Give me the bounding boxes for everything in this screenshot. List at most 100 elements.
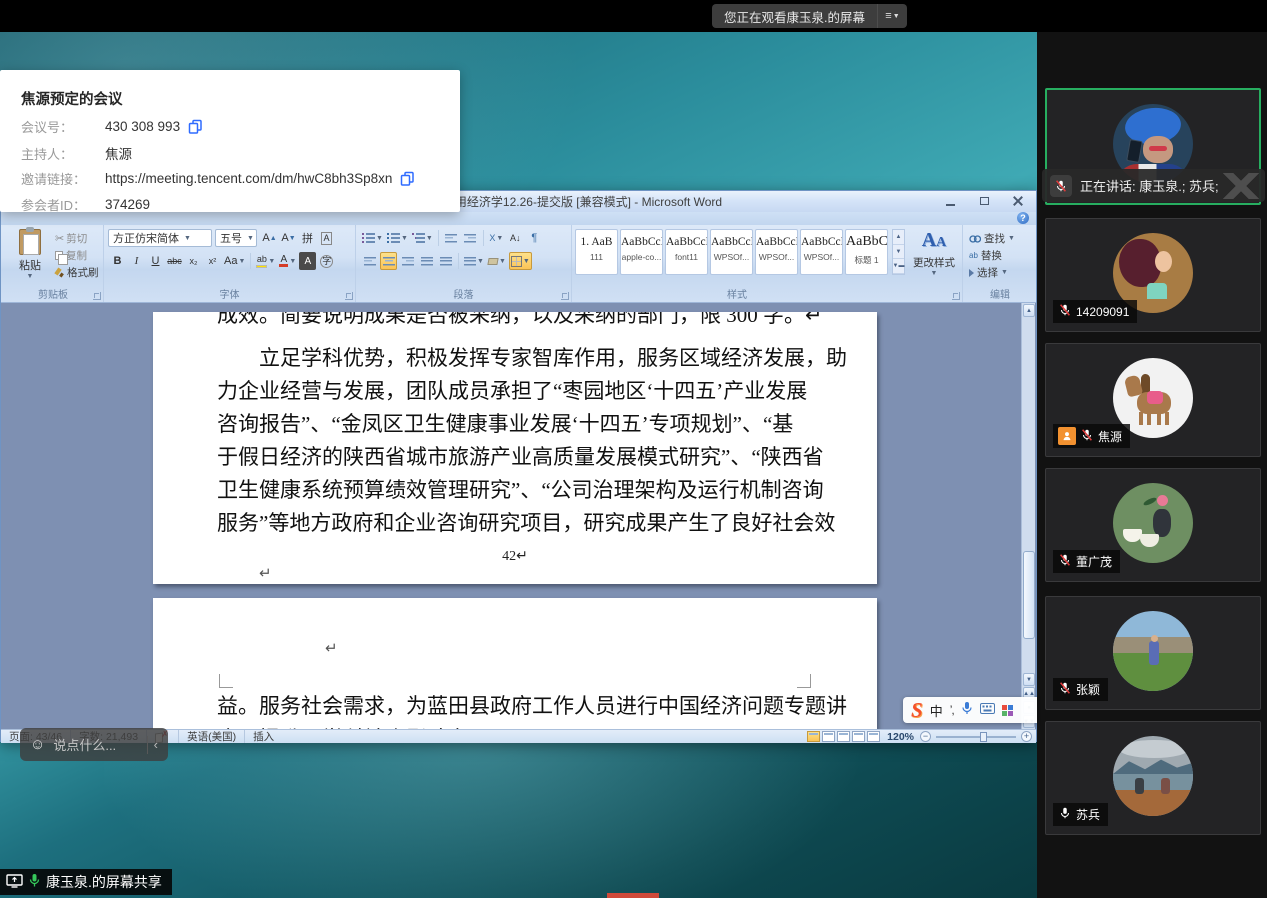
cut-button[interactable]: ✂剪切 [55, 230, 103, 247]
distribute-button[interactable] [437, 252, 454, 270]
scrollbar-thumb[interactable] [1023, 551, 1035, 639]
underline-button[interactable]: U [147, 252, 164, 270]
print-layout-view-button[interactable] [807, 731, 820, 742]
decrease-indent-button[interactable] [443, 229, 460, 247]
paste-button[interactable]: 粘贴 ▼ [8, 229, 52, 289]
sogou-logo-icon[interactable]: S [911, 699, 923, 721]
numbering-button[interactable]: ▼ [386, 229, 409, 247]
subscript-button[interactable]: x₂ [185, 252, 202, 270]
ime-toolbox-icon[interactable] [1002, 705, 1013, 716]
gallery-more-icon[interactable]: ▼▬ [893, 259, 904, 274]
sort-button[interactable]: A↓ [507, 229, 524, 247]
asian-layout-button[interactable]: X▼ [488, 229, 505, 247]
web-layout-view-button[interactable] [837, 731, 850, 742]
bold-button[interactable]: B [109, 252, 126, 270]
style-item[interactable]: AaBbCcDfont11 [665, 229, 708, 275]
language-indicator[interactable]: 英语(美国) [179, 730, 245, 743]
invite-link-value[interactable]: https://meeting.tencent.com/dm/hwC8bh3Sp… [105, 171, 392, 186]
zoom-level[interactable]: 120% [887, 731, 914, 743]
style-item[interactable]: AaBbCcIapple-co... [620, 229, 663, 275]
change-styles-button[interactable]: AA 更改样式 ▼ [908, 228, 960, 288]
zoom-slider[interactable] [936, 736, 1016, 738]
font-color-button[interactable]: A▼ [278, 252, 297, 270]
line-spacing-button[interactable]: ▼ [463, 252, 485, 270]
style-item[interactable]: 1. AaB111 [575, 229, 618, 275]
style-item[interactable]: AaBbCcDeWPSOf... [710, 229, 753, 275]
justify-button[interactable] [418, 252, 435, 270]
borders-icon [511, 256, 522, 267]
document-page-43[interactable]: ↵ 益。服务社会需求，为蓝田县政府工作人员进行中国经济问题专题讲 座，提升了学科… [153, 598, 877, 729]
ime-keyboard-icon[interactable] [980, 701, 995, 719]
participant-tile[interactable]: 14209091 [1045, 218, 1261, 332]
font-dialog-launcher[interactable] [345, 292, 353, 300]
enclose-characters-button[interactable]: 字 [318, 252, 335, 270]
participant-tile[interactable]: 苏兵 [1045, 721, 1261, 835]
chat-quick-bar[interactable]: ☺ 说点什么... ‹ [20, 728, 168, 761]
document-area[interactable]: 成效。简要说明成果是否被采纳，以及采纳的部门，限 300 字。↵ 立足学科优势，… [1, 303, 1036, 729]
style-item[interactable]: AaBbCcDeWPSOf... [800, 229, 843, 275]
shading-button[interactable]: ▼ [487, 252, 507, 270]
strikethrough-button[interactable]: abc [166, 252, 183, 270]
font-name-select[interactable]: 方正仿宋简体▼ [108, 229, 212, 247]
replace-button[interactable]: ab 替换 [963, 247, 1037, 264]
chat-input[interactable]: 说点什么... [53, 735, 140, 754]
restore-button[interactable] [972, 193, 996, 209]
clipboard-dialog-launcher[interactable] [93, 292, 101, 300]
scroll-down-icon[interactable]: ▼ [1023, 673, 1035, 686]
find-button[interactable]: 查找▼ [963, 230, 1037, 247]
help-icon[interactable]: ? [1017, 212, 1029, 224]
change-case-button[interactable]: Aa▼ [223, 252, 246, 270]
copy-meeting-no-button[interactable] [188, 119, 203, 134]
style-item[interactable]: AaBbCcDeWPSOf... [755, 229, 798, 275]
ime-punctuation-toggle[interactable]: ’, [950, 703, 954, 717]
emoji-icon[interactable]: ☺ [20, 736, 53, 753]
scroll-up-icon[interactable]: ▲ [1023, 304, 1035, 317]
shrink-font-button[interactable]: A▼ [280, 229, 297, 247]
bullets-button[interactable]: ▼ [361, 229, 384, 247]
superscript-button[interactable]: x² [204, 252, 221, 270]
character-border-button[interactable]: A [318, 229, 335, 247]
document-page-42[interactable]: 成效。简要说明成果是否被采纳，以及采纳的部门，限 300 字。↵ 立足学科优势，… [153, 312, 877, 584]
share-label: 康玉泉.的屏幕共享 [46, 872, 162, 892]
participant-tile[interactable]: 焦源 [1045, 343, 1261, 457]
align-right-button[interactable] [399, 252, 416, 270]
style-item[interactable]: AaBbC标题 1 [845, 229, 888, 275]
watch-options-menu-icon[interactable]: ≡▼ [877, 4, 907, 28]
increase-indent-button[interactable] [462, 229, 479, 247]
styles-dialog-launcher[interactable] [952, 292, 960, 300]
zoom-slider-thumb[interactable] [980, 732, 987, 742]
outline-view-button[interactable] [852, 731, 865, 742]
show-marks-button[interactable]: ¶ [526, 229, 543, 247]
draft-view-button[interactable] [867, 731, 880, 742]
grow-font-button[interactable]: A▲ [261, 229, 278, 247]
italic-button[interactable]: I [128, 252, 145, 270]
vertical-scrollbar[interactable]: ▲ ▼ ▲▲ ● ▼▼ [1021, 303, 1035, 729]
ime-mode-toggle[interactable]: 中 [930, 701, 943, 720]
borders-button[interactable]: ▼ [509, 252, 532, 270]
close-button[interactable] [1006, 193, 1030, 209]
insert-mode[interactable]: 插入 [245, 730, 282, 743]
copy-link-button[interactable] [400, 171, 415, 186]
gallery-up-icon[interactable]: ▲ [893, 230, 904, 245]
format-painter-button[interactable]: 格式刷 [55, 264, 103, 281]
multilevel-list-button[interactable]: ▼ [411, 229, 434, 247]
participant-tile[interactable]: 张颖 [1045, 596, 1261, 710]
collapse-chevron-icon[interactable]: ‹ [154, 737, 168, 752]
highlight-color-button[interactable]: ab▼ [255, 252, 276, 270]
font-size-select[interactable]: 五号▼ [215, 229, 257, 247]
style-gallery-scroll[interactable]: ▲ ▼ ▼▬ [892, 229, 905, 275]
fullscreen-reading-view-button[interactable] [822, 731, 835, 742]
align-center-button[interactable] [380, 252, 397, 270]
copy-button[interactable]: 复制 [55, 247, 103, 264]
align-left-button[interactable] [361, 252, 378, 270]
zoom-in-button[interactable]: + [1021, 731, 1032, 742]
pinyin-guide-button[interactable]: 拼 [299, 229, 316, 247]
paragraph-dialog-launcher[interactable] [561, 292, 569, 300]
participant-tile[interactable]: 董广茂 [1045, 468, 1261, 582]
zoom-out-button[interactable]: − [920, 731, 931, 742]
character-shading-button[interactable]: A [299, 252, 316, 270]
ime-voice-icon[interactable] [961, 701, 973, 720]
gallery-down-icon[interactable]: ▼ [893, 245, 904, 260]
select-button[interactable]: 选择▼ [963, 264, 1037, 281]
minimize-button[interactable] [938, 193, 962, 209]
